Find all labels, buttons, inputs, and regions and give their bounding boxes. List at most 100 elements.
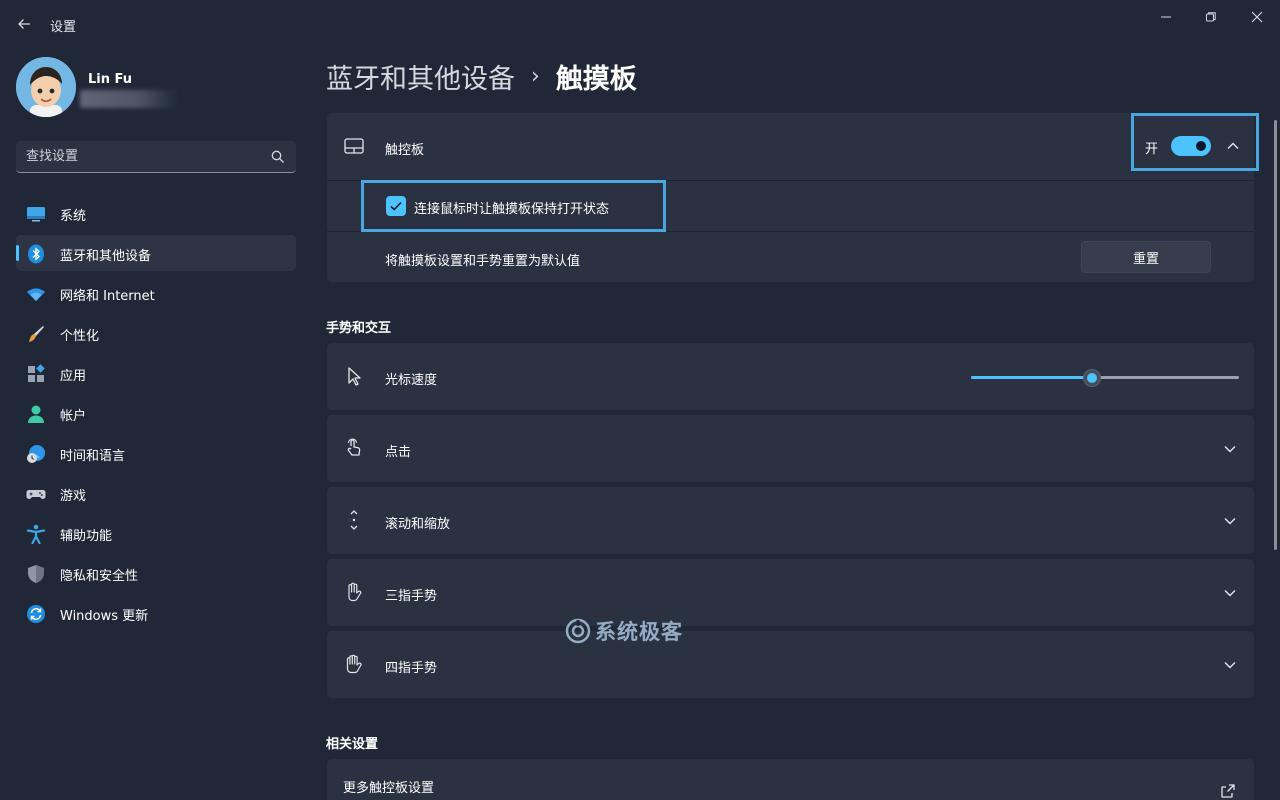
sidebar-item-label: 网络和 Internet (60, 289, 155, 304)
toggle-knob (1196, 141, 1206, 151)
account-icon (28, 405, 44, 423)
breadcrumb-parent[interactable]: 蓝牙和其他设备 (326, 57, 515, 96)
sidebar-item-gaming[interactable]: 游戏 (16, 475, 296, 511)
sidebar-item-apps[interactable]: 应用 (16, 355, 296, 391)
checkmark-icon (390, 201, 402, 211)
chevron-down-icon (1224, 446, 1236, 453)
scroll-zoom-card[interactable]: 滚动和缩放 (327, 487, 1254, 554)
slider-thumb[interactable] (1083, 369, 1101, 387)
gesture-row-label: 点击 (385, 445, 412, 460)
more-touchpad-settings-card[interactable]: 更多触控板设置 (327, 759, 1254, 800)
sidebar-item-label: 应用 (60, 369, 87, 384)
search-input[interactable] (26, 141, 266, 172)
touchpad-icon (344, 138, 364, 154)
sidebar-item-bluetooth[interactable]: 蓝牙和其他设备 (16, 235, 296, 271)
three-finger-card[interactable]: 三指手势 (327, 559, 1254, 626)
arrow-left-icon (18, 19, 30, 29)
main-scrollbar[interactable] (1274, 120, 1277, 550)
sidebar-item-network[interactable]: 网络和 Internet (16, 275, 296, 311)
keep-on-checkbox-highlight: 连接鼠标时让触摸板保持打开状态 (361, 180, 666, 232)
sidebar-item-accessibility[interactable]: 辅助功能 (16, 515, 296, 551)
gestures-section-title: 手势和交互 (326, 321, 392, 336)
minimize-icon (1161, 16, 1171, 18)
close-icon (1251, 11, 1263, 23)
touchpad-label: 触控板 (385, 143, 425, 158)
gesture-row-label: 四指手势 (385, 661, 438, 676)
cursor-speed-label: 光标速度 (385, 373, 438, 388)
accessibility-icon (26, 524, 46, 544)
shield-icon (28, 565, 44, 583)
sidebar-item-windows-update[interactable]: Windows 更新 (16, 595, 296, 631)
sidebar-item-label: 蓝牙和其他设备 (60, 249, 152, 264)
user-email-redacted (80, 90, 178, 108)
slider-fill (971, 376, 1092, 379)
related-section-title: 相关设置 (326, 737, 379, 752)
tap-card[interactable]: 点击 (327, 415, 1254, 482)
toggle-state-label: 开 (1145, 142, 1159, 157)
avatar-image (16, 57, 76, 117)
cursor-pointer-icon (348, 367, 361, 386)
touchpad-toggle-switch[interactable] (1171, 136, 1211, 156)
sidebar-item-label: 辅助功能 (60, 529, 113, 544)
gamepad-icon (26, 490, 46, 499)
wifi-icon (27, 288, 45, 301)
keep-on-checkbox[interactable] (386, 196, 406, 216)
four-finger-card[interactable]: 四指手势 (327, 631, 1254, 698)
reset-button[interactable]: 重置 (1081, 241, 1211, 273)
back-button[interactable] (10, 10, 38, 38)
close-button[interactable] (1234, 0, 1280, 34)
page-title: 触摸板 (555, 63, 637, 95)
sidebar-item-privacy[interactable]: 隐私和安全性 (16, 555, 296, 591)
sidebar-item-personalization[interactable]: 个性化 (16, 315, 296, 351)
minimize-button[interactable] (1143, 0, 1189, 34)
reset-description: 将触摸板设置和手势重置为默认值 (385, 254, 581, 269)
cursor-speed-slider[interactable] (971, 368, 1239, 387)
watermark: 系统极客 (565, 616, 683, 646)
gesture-row-label: 三指手势 (385, 589, 438, 604)
app-title: 设置 (50, 20, 77, 35)
title-bar: 设置 (0, 0, 1280, 48)
user-name: Lin Fu (88, 72, 133, 87)
sidebar-item-label: 系统 (60, 209, 87, 224)
sidebar-item-label: 时间和语言 (60, 449, 126, 464)
search-box[interactable] (16, 141, 296, 173)
restore-icon (1206, 12, 1216, 22)
sidebar-nav: 系统 蓝牙和其他设备 网络和 Internet 个性化 应用 帐户 时间和语言 … (16, 195, 296, 635)
gesture-row-label: 滚动和缩放 (385, 517, 451, 532)
system-icon (27, 207, 45, 222)
chevron-down-icon (1224, 590, 1236, 597)
time-language-icon (27, 445, 45, 463)
more-touchpad-settings-label: 更多触控板设置 (343, 781, 435, 796)
sidebar-item-time-language[interactable]: 时间和语言 (16, 435, 296, 471)
sidebar-item-accounts[interactable]: 帐户 (16, 395, 296, 431)
chevron-up-icon[interactable] (1225, 138, 1241, 154)
four-finger-icon (346, 654, 362, 674)
keep-on-label[interactable]: 连接鼠标时让触摸板保持打开状态 (414, 198, 609, 217)
bluetooth-icon (28, 244, 44, 264)
tap-icon (347, 438, 361, 456)
breadcrumb-separator: › (531, 63, 540, 89)
user-profile[interactable]: Lin Fu (16, 57, 296, 119)
sidebar-item-label: Windows 更新 (60, 609, 149, 624)
update-icon (27, 605, 45, 623)
sidebar-item-label: 帐户 (60, 409, 87, 424)
sidebar-item-label: 游戏 (60, 489, 87, 504)
chevron-down-icon (1224, 518, 1236, 525)
brush-icon (29, 326, 44, 342)
watermark-logo-icon (565, 618, 591, 644)
chevron-down-icon (1224, 662, 1236, 669)
sidebar-item-system[interactable]: 系统 (16, 195, 296, 231)
apps-icon (28, 364, 45, 382)
sidebar-item-label: 隐私和安全性 (60, 569, 139, 584)
touchpad-header-row[interactable]: 触控板 (327, 113, 1254, 180)
watermark-text: 系统极客 (595, 620, 683, 644)
scroll-icon (350, 510, 358, 530)
external-link-icon (1221, 784, 1235, 798)
search-icon[interactable] (270, 149, 286, 165)
sidebar-item-label: 个性化 (60, 329, 100, 344)
breadcrumb: 蓝牙和其他设备 › 触摸板 (326, 56, 637, 96)
touchpad-toggle-highlight: 开 (1131, 113, 1259, 171)
three-finger-icon (348, 582, 362, 602)
avatar (16, 57, 76, 117)
restore-button[interactable] (1188, 0, 1234, 34)
